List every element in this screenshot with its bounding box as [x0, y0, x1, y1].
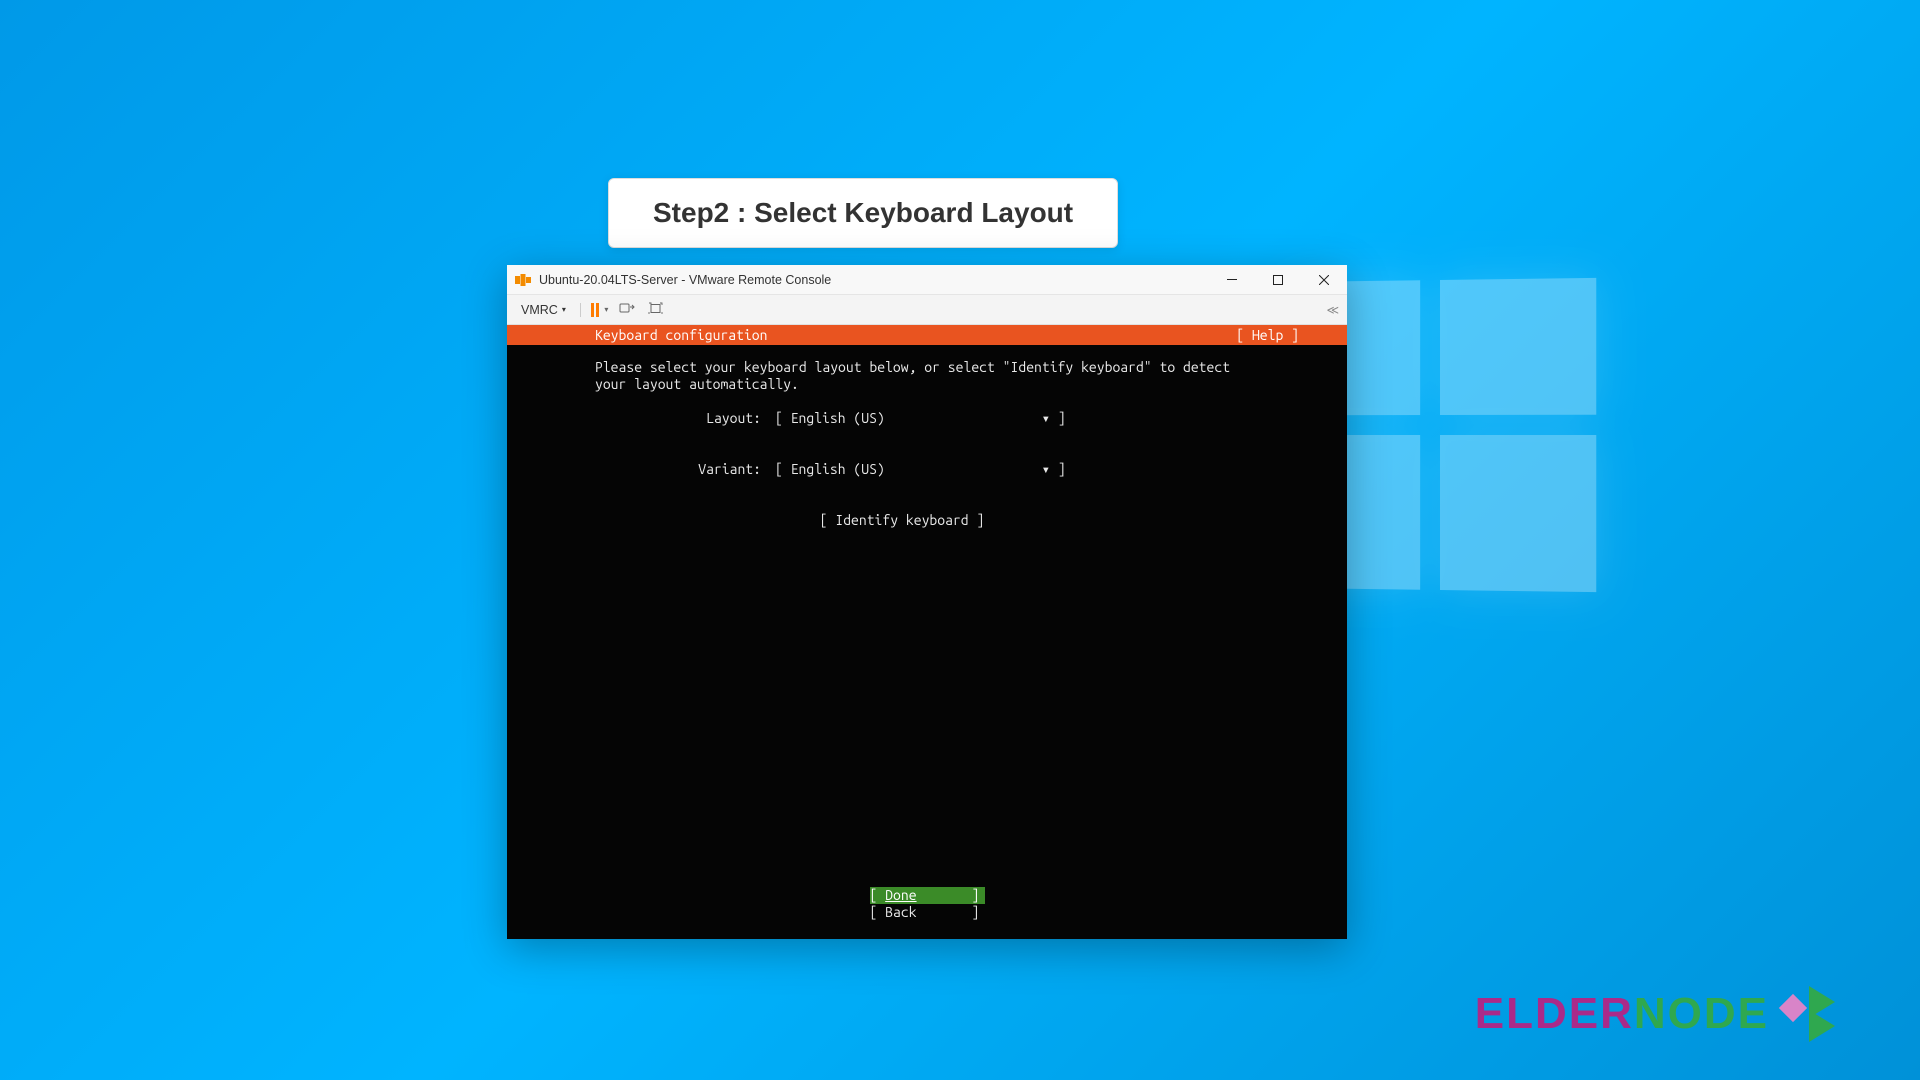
step-caption: Step2 : Select Keyboard Layout	[608, 178, 1118, 248]
layout-label: Layout:	[595, 410, 775, 427]
installer-console: Keyboard configuration [ Help ] Please s…	[507, 325, 1347, 939]
window-title: Ubuntu-20.04LTS-Server - VMware Remote C…	[539, 273, 831, 287]
footer-buttons: [ Done ] [ Back ]	[507, 887, 1347, 921]
pause-button[interactable]: ▾	[580, 303, 609, 317]
chevron-down-icon: ▾	[1042, 410, 1050, 426]
identify-keyboard-button[interactable]: [ Identify keyboard ]	[545, 512, 1259, 529]
vmware-console-window: Ubuntu-20.04LTS-Server - VMware Remote C…	[507, 265, 1347, 939]
collapse-toolbar-icon[interactable]: ≪	[1326, 303, 1337, 317]
back-button[interactable]: [ Back ]	[870, 904, 985, 921]
vmware-icon	[515, 272, 531, 288]
installer-title: Keyboard configuration	[595, 327, 767, 344]
step-label: Step2 : Select Keyboard Layout	[653, 197, 1073, 228]
toolbar: VMRC ▾ ≪	[507, 295, 1347, 325]
pause-icon	[591, 303, 599, 317]
done-button[interactable]: [ Done ]	[870, 887, 985, 904]
help-button[interactable]: [ Help ]	[1236, 327, 1299, 344]
watermark-logo-icon	[1775, 986, 1845, 1042]
layout-dropdown[interactable]: [ English (US) ▾ ]	[775, 410, 1105, 427]
chevron-down-icon[interactable]: ▾	[604, 305, 608, 314]
eldernode-watermark: ELDERNODE	[1475, 986, 1845, 1042]
variant-row: Variant:[ English (US) ▾ ]	[595, 461, 1259, 478]
variant-label: Variant:	[595, 461, 775, 478]
fullscreen-icon[interactable]	[646, 302, 664, 318]
watermark-elder: ELDER	[1475, 989, 1634, 1038]
variant-dropdown[interactable]: [ English (US) ▾ ]	[775, 461, 1105, 478]
close-button[interactable]	[1301, 265, 1347, 295]
minimize-button[interactable]	[1209, 265, 1255, 295]
instructions-text: Please select your keyboard layout below…	[595, 359, 1259, 393]
installer-header: Keyboard configuration [ Help ]	[507, 325, 1347, 345]
send-ctrl-alt-del-icon[interactable]	[618, 301, 636, 318]
chevron-down-icon: ▾	[1042, 461, 1050, 477]
watermark-node: NODE	[1634, 989, 1769, 1038]
layout-row: Layout:[ English (US) ▾ ]	[595, 410, 1259, 427]
maximize-button[interactable]	[1255, 265, 1301, 295]
vmrc-menu[interactable]: VMRC	[517, 301, 570, 319]
window-titlebar[interactable]: Ubuntu-20.04LTS-Server - VMware Remote C…	[507, 265, 1347, 295]
